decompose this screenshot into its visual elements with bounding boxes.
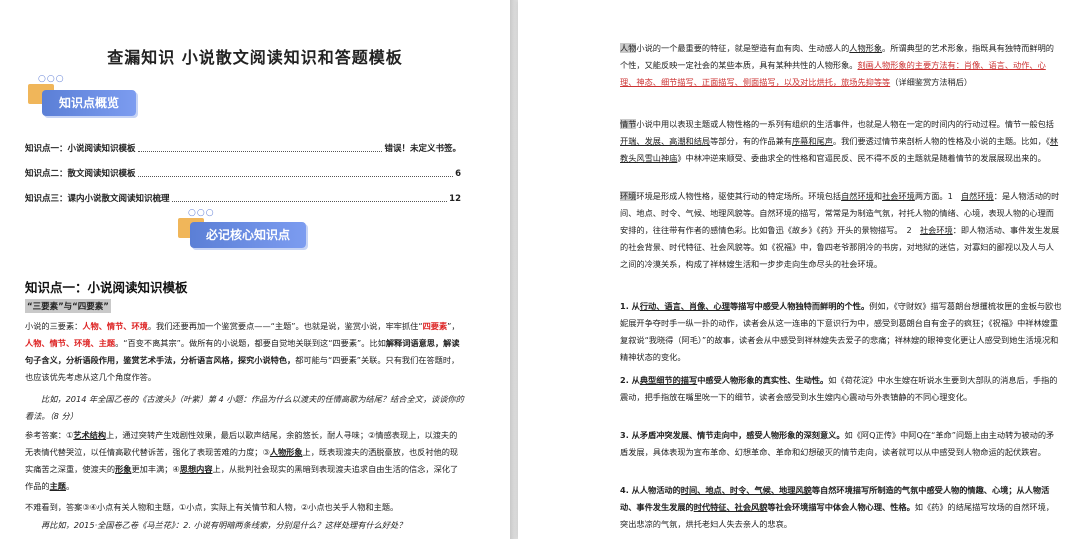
toc-row[interactable]: 知识点二：散文阅读知识模板 6 <box>25 167 461 179</box>
text: 人物形象 <box>269 447 303 457</box>
text: 序幕和尾声 <box>791 136 833 146</box>
toc-leader <box>137 175 454 177</box>
text: 环境是形成人物性格，驱使其行动的特定场所。环境包括 <box>636 191 842 201</box>
core-knowledge-badge: ○○○ 必记核心知识点 <box>178 208 310 254</box>
toc-row[interactable]: 知识点一：小说阅读知识模板 错误！未定义书签。 <box>25 142 461 154</box>
text: 更加丰满；④ <box>131 464 180 474</box>
text: 社会环境 <box>882 191 915 201</box>
text: 思想内容 <box>179 464 213 474</box>
text: 等描写中感受人物独特而鲜明的个性。 <box>729 301 870 311</box>
document-page-right: 人物小说的一个最重要的特征，就是塑造有血有肉、生动感人的人物形象。所谓典型的艺术… <box>518 0 1080 539</box>
text: 1. 从 <box>620 301 640 311</box>
text: 四要素 <box>422 321 448 331</box>
text: 。我们还要再加一个鉴赏要点——“主题”。也就是说，鉴赏小说，牢牢抓住“ <box>147 321 423 331</box>
core-badge-label: 必记核心知识点 <box>190 222 306 248</box>
toc-label: 知识点三：课内小说散文阅读知识梳理 <box>25 194 170 204</box>
paragraph-plot: 情节小说中用以表现主题或人物性格的一系列有组织的生活事件，也就是人物在一定的时间… <box>620 116 1062 167</box>
text: 人物 <box>620 43 637 53</box>
text: 人物、情节、环境 <box>82 321 148 331</box>
text: 人物、情节、环境、主题 <box>25 338 116 348</box>
text: 自然环境 <box>960 191 994 201</box>
highlight-tag: “三要素”与“四要素” <box>25 299 111 313</box>
text: 时间、地点、时令、气候、地理风貌 <box>680 485 812 495</box>
text: 。“百变不离其宗”。做所有的小说题，都要自觉地关联到这“四要素”。比如 <box>115 338 386 348</box>
page-gutter <box>510 0 518 539</box>
toc-leader <box>171 200 448 202</box>
toc-page: 6 <box>455 169 461 179</box>
toc-page: 12 <box>449 194 461 204</box>
toc-leader <box>137 150 383 152</box>
toc-row[interactable]: 知识点三：课内小说散文阅读知识梳理 12 <box>25 192 461 204</box>
text: 3. 从矛盾冲突发展、情节走向中，感受人物形象的深刻意义。 <box>620 430 845 440</box>
text: 社会环境 <box>919 225 953 235</box>
text: ”， <box>447 321 460 331</box>
paragraph-example-1: 比如，2014 年全国乙卷的《古渡头》（叶紫）第 4 小题：作品为什么以渡夫的任… <box>25 394 464 421</box>
text: 小说的一个最重要的特征，就是塑造有血有肉、生动感人的 <box>636 43 850 53</box>
text: 情节 <box>620 119 637 129</box>
text: 。我们要透过情节来剖析人物的性格及小说的主题。比如，《 <box>832 136 1050 146</box>
text: 中感受人物形象的真实性、生动性。 <box>697 375 829 385</box>
paragraph-environment: 环境环境是形成人物性格，驱使其行动的特定场所。环境包括自然环境和社会环境两方面。… <box>620 188 1062 273</box>
document-page-left: 查漏知识 小说散文阅读知识和答题模板 ○○○ 知识点概览 知识点一：小说阅读知识… <box>0 0 510 539</box>
paragraph-analysis: 不难看到，答案③④小点有关人物和主题，①小点，实际上有关情节和人物，②小点也关乎… <box>25 502 399 512</box>
text: 等部分，有的作品兼有 <box>710 136 792 146</box>
paragraph-elements: 小说的三要素：人物、情节、环境。我们还要再加一个鉴赏要点——“主题”。也就是说，… <box>25 318 465 386</box>
text: 行动、语言、肖像、心理 <box>639 301 730 311</box>
ring-binder-icon: ○○○ <box>38 74 65 84</box>
text: 。 <box>65 481 75 491</box>
text: 4. 从人物活动的 <box>620 485 681 495</box>
paragraph-method-4: 4. 从人物活动的时间、地点、时令、气候、地理风貌等自然环境描写所制造的气氛中感… <box>620 482 1062 533</box>
toc-label: 知识点一：小说阅读知识模板 <box>25 144 136 154</box>
text: 人物形象 <box>849 43 883 53</box>
text: 参考答案：① <box>25 430 74 440</box>
overview-badge-label: 知识点概览 <box>42 90 136 116</box>
text: 两方面。1 <box>914 191 961 201</box>
toc-page: 错误！未定义书签。 <box>384 144 461 154</box>
text: 等社会环境描写中体会人物心理、性格。 <box>767 502 915 512</box>
text: （详细鉴赏方法稍后） <box>890 77 973 87</box>
text: 开端、发展、高潮和结局 <box>620 136 711 146</box>
toc-label: 知识点二：散文阅读知识模板 <box>25 169 136 179</box>
overview-badge: ○○○ 知识点概览 <box>28 74 140 122</box>
text: 时代特征、社会风貌 <box>693 502 768 512</box>
text: 小说的三要素： <box>25 321 83 331</box>
text: 2. 从 <box>620 375 640 385</box>
text: 形象 <box>115 464 132 474</box>
paragraph-example-2: 再比如，2015·全国卷乙卷《马兰花》：2. 小说有明暗两条线索，分别是什么？这… <box>41 520 407 530</box>
text: 典型细节的描写 <box>639 375 698 385</box>
ring-binder-icon: ○○○ <box>188 208 215 218</box>
text: 和 <box>873 191 883 201</box>
paragraph-method-1: 1. 从行动、语言、肖像、心理等描写中感受人物独特而鲜明的个性。例如，《守财奴》… <box>620 298 1062 366</box>
text: 》中林冲逆来顺受、委曲求全的性格和官逼民反、民不得不反的主题就是随着情节的发展展… <box>677 153 1046 163</box>
paragraph-method-3: 3. 从矛盾冲突发展、情节走向中，感受人物形象的深刻意义。如《阿Q正传》中阿Q在… <box>620 427 1062 461</box>
text: 小说中用以表现主题或人物性格的一系列有组织的生活事件，也就是人物在一定的时间内的… <box>636 119 1054 129</box>
document-title: 查漏知识 小说散文阅读知识和答题模板 <box>107 48 403 67</box>
paragraph-reference-answer: 参考答案：①艺术结构上，通过突转产生戏剧性效果，最后以歌声结尾，余韵悠长，耐人寻… <box>25 427 465 495</box>
paragraph-method-2: 2. 从典型细节的描写中感受人物形象的真实性、生动性。如《荷花淀》中水生嫂在听说… <box>620 372 1062 406</box>
text: 自然环境 <box>841 191 874 201</box>
text: 主题 <box>49 481 66 491</box>
paragraph-character: 人物小说的一个最重要的特征，就是塑造有血有肉、生动感人的人物形象。所谓典型的艺术… <box>620 40 1062 91</box>
text: 环境 <box>620 191 637 201</box>
text: 艺术结构 <box>73 430 107 440</box>
section-heading: 知识点一：小说阅读知识模板 <box>25 280 188 295</box>
